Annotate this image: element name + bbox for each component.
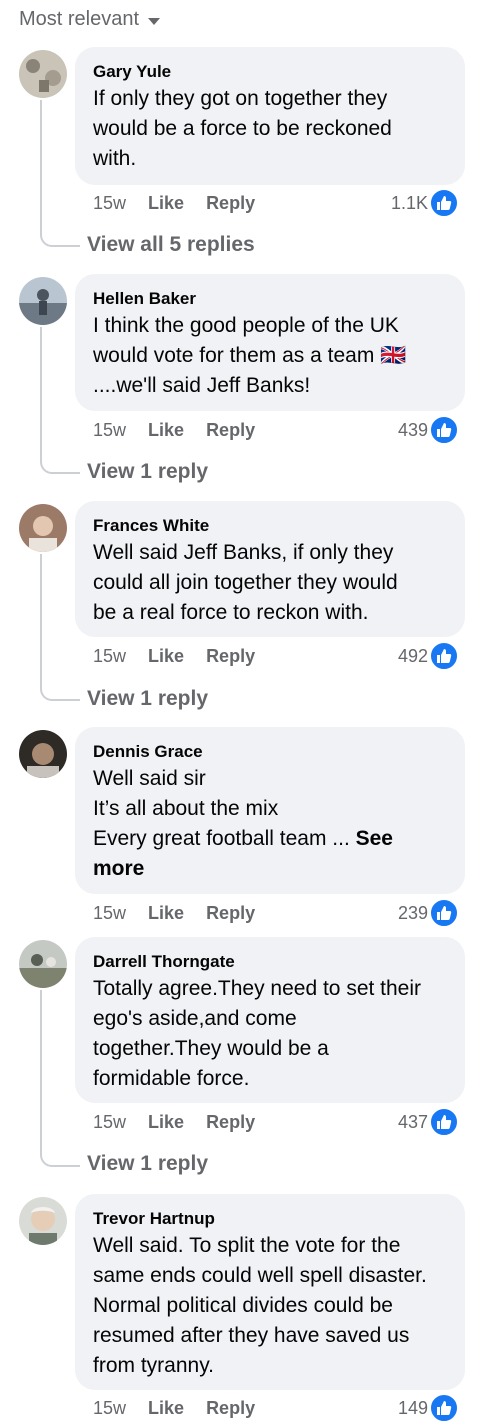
view-replies-link[interactable]: View 1 reply	[87, 460, 208, 484]
thread-line	[40, 327, 80, 474]
thumbs-up-icon	[430, 1108, 458, 1136]
avatar[interactable]	[19, 50, 67, 98]
comment-author[interactable]: Trevor Hartnup	[93, 1208, 447, 1230]
view-replies-link[interactable]: View 1 reply	[87, 687, 208, 711]
comment-actions: 15w Like Reply 439	[93, 416, 458, 444]
thumbs-up-icon	[430, 189, 458, 217]
comment-actions: 15w Like Reply 492	[93, 642, 458, 670]
comment-text: Totally agree.They need to set their ego…	[93, 977, 422, 1090]
like-button[interactable]: Like	[148, 646, 184, 667]
like-button[interactable]: Like	[148, 1112, 184, 1133]
reaction-count[interactable]: 437	[398, 1112, 428, 1133]
like-button[interactable]: Like	[148, 1398, 184, 1419]
thread-line	[40, 100, 80, 247]
like-button[interactable]: Like	[148, 903, 184, 924]
reaction-count[interactable]: 492	[398, 646, 428, 667]
comment-bubble: Gary Yule If only they got on together t…	[75, 47, 465, 185]
thread-line	[40, 990, 80, 1167]
comment-time[interactable]: 15w	[93, 903, 126, 924]
comment-text: I think the good people of the UK would …	[93, 314, 407, 397]
comment-author[interactable]: Hellen Baker	[93, 288, 447, 310]
comment-author[interactable]: Frances White	[93, 515, 447, 537]
reaction-count[interactable]: 439	[398, 420, 428, 441]
comment-text-body: Well said sir It’s all about the mix Eve…	[93, 767, 350, 850]
reply-button[interactable]: Reply	[206, 1112, 255, 1133]
comment-bubble: Dennis Grace Well said sir It’s all abou…	[75, 727, 465, 894]
view-replies-link[interactable]: View 1 reply	[87, 1152, 208, 1176]
comment-time[interactable]: 15w	[93, 1398, 126, 1419]
thumbs-up-icon	[430, 899, 458, 927]
reply-button[interactable]: Reply	[206, 646, 255, 667]
reply-button[interactable]: Reply	[206, 420, 255, 441]
caret-down-icon	[148, 17, 161, 25]
comment-author[interactable]: Dennis Grace	[93, 741, 447, 763]
thumbs-up-icon	[430, 416, 458, 444]
comment-text: Well said sir It’s all about the mix Eve…	[93, 764, 447, 884]
comment-author[interactable]: Gary Yule	[93, 61, 447, 83]
comment-text: Well said Jeff Banks, if only they could…	[93, 541, 398, 624]
comment-time[interactable]: 15w	[93, 646, 126, 667]
reply-button[interactable]: Reply	[206, 903, 255, 924]
comment-time[interactable]: 15w	[93, 1112, 126, 1133]
view-replies-link[interactable]: View all 5 replies	[87, 233, 255, 257]
avatar[interactable]	[19, 504, 67, 552]
thread-line	[40, 554, 80, 701]
like-button[interactable]: Like	[148, 420, 184, 441]
comment-author[interactable]: Darrell Thorngate	[93, 951, 447, 973]
comment-actions: 15w Like Reply 149	[93, 1394, 458, 1422]
avatar[interactable]	[19, 730, 67, 778]
thumbs-up-icon	[430, 642, 458, 670]
reply-button[interactable]: Reply	[206, 1398, 255, 1419]
comment-bubble: Darrell Thorngate Totally agree.They nee…	[75, 937, 465, 1103]
comment-actions: 15w Like Reply 437	[93, 1108, 458, 1136]
comment-bubble: Hellen Baker I think the good people of …	[75, 274, 465, 411]
avatar[interactable]	[19, 940, 67, 988]
thumbs-up-icon	[430, 1394, 458, 1422]
sort-label: Most relevant	[19, 8, 140, 30]
like-button[interactable]: Like	[148, 193, 184, 214]
reaction-count[interactable]: 1.1K	[391, 193, 428, 214]
comment-actions: 15w Like Reply 239	[93, 899, 458, 927]
comment-bubble: Frances White Well said Jeff Banks, if o…	[75, 501, 465, 637]
comment-time[interactable]: 15w	[93, 420, 126, 441]
sort-dropdown[interactable]: Most relevant	[19, 8, 161, 31]
comment-time[interactable]: 15w	[93, 193, 126, 214]
reaction-count[interactable]: 239	[398, 903, 428, 924]
avatar[interactable]	[19, 277, 67, 325]
comment-actions: 15w Like Reply 1.1K	[93, 189, 458, 217]
reaction-count[interactable]: 149	[398, 1398, 428, 1419]
comment-bubble: Trevor Hartnup Well said. To split the v…	[75, 1194, 465, 1390]
reply-button[interactable]: Reply	[206, 193, 255, 214]
comment-text: If only they got on together they would …	[93, 87, 392, 170]
comment-text: Well said. To split the vote for the sam…	[93, 1234, 427, 1377]
avatar[interactable]	[19, 1197, 67, 1245]
